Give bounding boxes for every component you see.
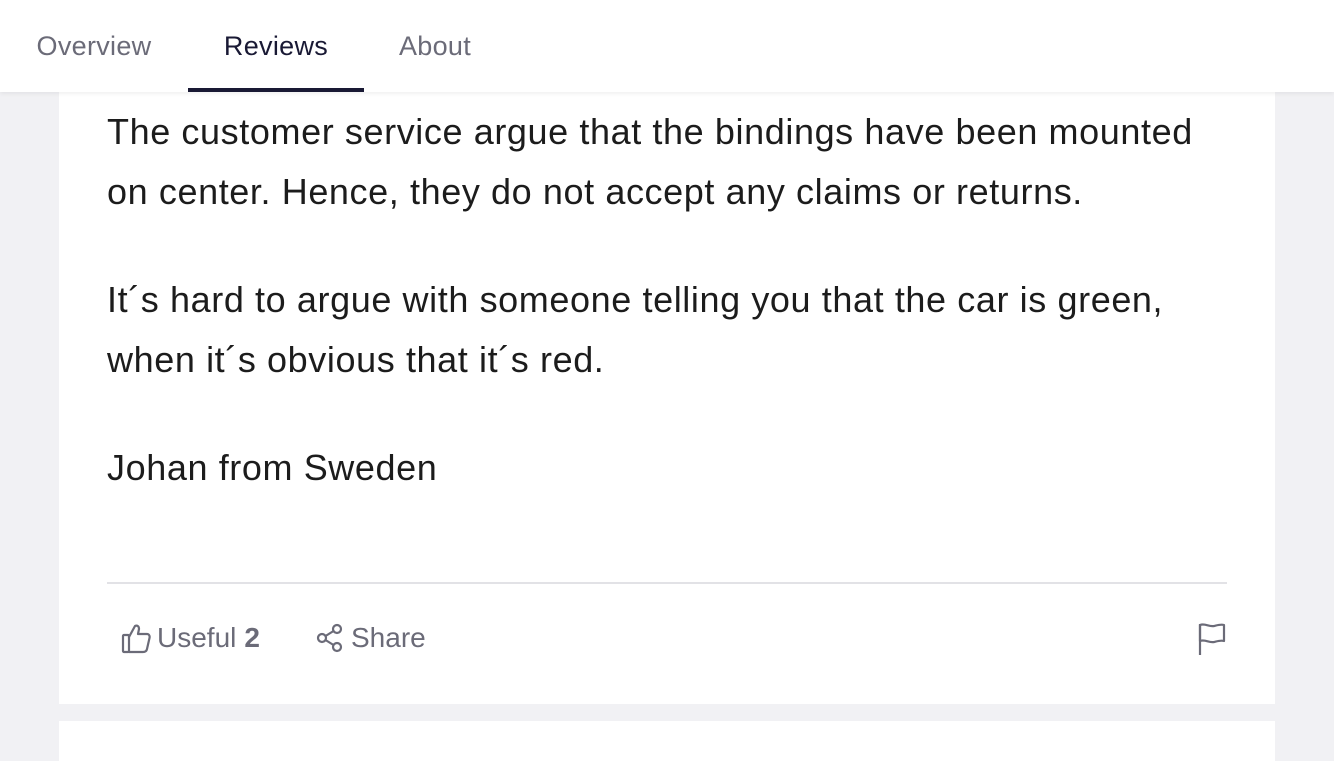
- review-paragraph: It´s hard to argue with someone telling …: [107, 279, 1164, 380]
- review-body: The customer service argue that the bind…: [107, 102, 1237, 546]
- tab-about-label: About: [398, 30, 472, 61]
- tab-about[interactable]: About: [364, 0, 506, 92]
- tab-bar: Overview Reviews About: [0, 0, 1334, 92]
- review-paragraph: The customer service argue that the bind…: [107, 111, 1193, 212]
- tab-reviews-label: Reviews: [223, 30, 329, 61]
- useful-count: 2: [244, 622, 260, 653]
- useful-button[interactable]: Useful 2: [121, 612, 260, 664]
- next-review-card: [59, 721, 1275, 761]
- review-card: The customer service argue that the bind…: [59, 92, 1275, 704]
- tab-overview[interactable]: Overview: [0, 0, 188, 92]
- tab-reviews[interactable]: Reviews: [188, 0, 364, 92]
- flag-icon[interactable]: [1197, 622, 1227, 656]
- thumbs-up-icon: [121, 622, 151, 654]
- share-icon: [315, 623, 345, 653]
- active-tab-indicator: [188, 88, 364, 92]
- share-button[interactable]: Share: [315, 612, 426, 664]
- tab-overview-label: Overview: [36, 30, 152, 61]
- divider: [107, 582, 1227, 584]
- review-actions: Useful 2 Share: [59, 612, 1275, 664]
- share-label: Share: [351, 622, 426, 653]
- review-signature: Johan from Sweden: [107, 447, 438, 488]
- useful-label: Useful: [157, 622, 237, 653]
